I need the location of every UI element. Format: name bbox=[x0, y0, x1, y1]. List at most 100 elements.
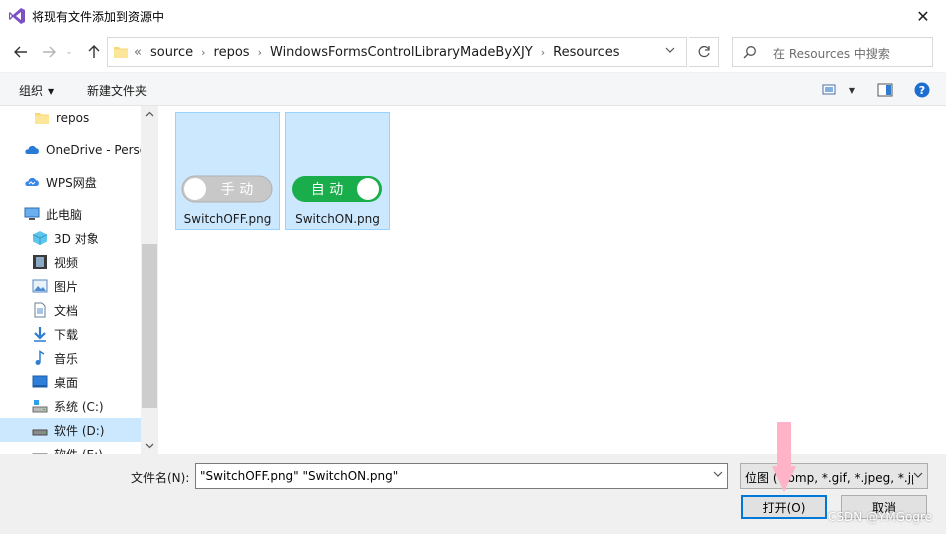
chevron-right-icon[interactable]: › bbox=[201, 46, 205, 59]
desktop-icon bbox=[32, 375, 48, 388]
file-name: SwitchON.png bbox=[295, 212, 380, 226]
chevron-right-icon[interactable]: › bbox=[258, 46, 262, 59]
large-icons-view-icon bbox=[822, 84, 836, 95]
nav-item-wps-cloud[interactable]: WPS网盘 bbox=[0, 170, 142, 194]
chevron-down-icon bbox=[913, 472, 923, 478]
chevron-down-icon: ⌄ bbox=[65, 47, 73, 57]
refresh-button[interactable] bbox=[689, 37, 719, 67]
drive-c-icon bbox=[32, 400, 48, 413]
nav-item-desktop[interactable]: 桌面 bbox=[0, 370, 142, 394]
file-type-dropdown-button[interactable] bbox=[913, 470, 923, 483]
switch-off-thumb-text: 手 动 bbox=[221, 182, 253, 198]
preview-pane-icon bbox=[877, 83, 893, 97]
address-bar[interactable]: « source › repos › WindowsFormsControlLi… bbox=[107, 37, 687, 67]
wps-cloud-icon bbox=[25, 177, 39, 186]
file-list: 手 动 SwitchOFF.png 自 动 SwitchON.png bbox=[158, 106, 946, 454]
open-button[interactable]: 打开(O) bbox=[741, 495, 827, 519]
visual-studio-icon bbox=[9, 8, 25, 24]
search-icon bbox=[743, 46, 756, 59]
dialog-footer: 文件名(N): "SwitchOFF.png" "SwitchON.png" 位… bbox=[0, 454, 946, 534]
chevron-down-icon bbox=[665, 47, 675, 53]
nav-item-onedrive[interactable]: OneDrive - Personal bbox=[0, 138, 142, 162]
arrow-up-icon bbox=[88, 45, 100, 58]
download-icon bbox=[34, 327, 46, 342]
search-placeholder: 在 Resources 中搜索 bbox=[773, 47, 890, 61]
filename-label: 文件名(N): bbox=[131, 471, 190, 485]
nav-item-repos[interactable]: repos bbox=[0, 106, 142, 130]
video-icon bbox=[33, 255, 47, 269]
close-button[interactable]: ✕ bbox=[900, 0, 946, 32]
svg-text:?: ? bbox=[919, 84, 925, 97]
nav-item-pictures[interactable]: 图片 bbox=[0, 274, 142, 298]
documents-icon bbox=[34, 302, 46, 318]
nav-item-this-pc[interactable]: 此电脑 bbox=[0, 202, 142, 226]
drive-d-icon bbox=[32, 429, 48, 436]
nav-item-downloads[interactable]: 下载 bbox=[0, 322, 142, 346]
scroll-up-arrow[interactable] bbox=[141, 106, 158, 123]
nav-item-3d-objects[interactable]: 3D 对象 bbox=[0, 226, 142, 250]
switch-off-thumbnail: 手 动 bbox=[181, 175, 273, 203]
up-button[interactable] bbox=[83, 41, 105, 63]
navigation-scrollbar[interactable] bbox=[141, 106, 158, 454]
back-button[interactable] bbox=[10, 41, 32, 63]
nav-item-videos[interactable]: 视频 bbox=[0, 250, 142, 274]
organize-label: 组织 bbox=[19, 84, 44, 98]
view-mode-button[interactable] bbox=[822, 81, 838, 99]
breadcrumb-item-project[interactable]: WindowsFormsControlLibraryMadeByXJY bbox=[270, 45, 533, 60]
file-name: SwitchOFF.png bbox=[183, 212, 272, 226]
filename-dropdown-button[interactable] bbox=[713, 469, 723, 482]
title-bar: 将现有文件添加到资源中 ✕ bbox=[0, 0, 946, 32]
search-box[interactable]: 在 Resources 中搜索 bbox=[732, 37, 933, 67]
nav-item-drive-d[interactable]: 软件 (D:) bbox=[0, 418, 142, 442]
breadcrumb: « source › repos › WindowsFormsControlLi… bbox=[134, 38, 620, 66]
arrow-right-icon bbox=[43, 46, 56, 58]
file-item-switchon[interactable]: 自 动 SwitchON.png bbox=[285, 112, 390, 230]
breadcrumb-item-repos[interactable]: repos bbox=[214, 45, 250, 60]
caret-down-icon: ▼ bbox=[848, 85, 856, 95]
scroll-down-arrow[interactable] bbox=[141, 437, 158, 454]
view-options-dropdown[interactable]: ▼ bbox=[846, 81, 858, 99]
chevron-right-icon[interactable]: › bbox=[541, 46, 545, 59]
folder-icon bbox=[114, 47, 128, 58]
filename-input[interactable]: "SwitchOFF.png" "SwitchON.png" bbox=[195, 463, 728, 489]
pictures-icon bbox=[32, 279, 48, 293]
close-icon: ✕ bbox=[916, 6, 930, 26]
breadcrumb-overflow[interactable]: « bbox=[134, 45, 142, 60]
breadcrumb-item-source[interactable]: source bbox=[150, 45, 193, 60]
nav-item-music[interactable]: 音乐 bbox=[0, 346, 142, 370]
scrollbar-thumb[interactable] bbox=[142, 244, 157, 408]
help-button[interactable]: ? bbox=[913, 81, 931, 99]
address-row: ⌄ « source › repos › WindowsFormsControl… bbox=[0, 32, 946, 72]
address-dropdown-button[interactable] bbox=[663, 45, 677, 59]
3d-objects-icon bbox=[32, 231, 48, 245]
file-type-filter-select[interactable]: 位图 (*.bmp, *.gif, *.jpeg, *.jp bbox=[740, 463, 928, 489]
switch-on-thumbnail: 自 动 bbox=[292, 176, 382, 202]
switch-on-thumb-text: 自 动 bbox=[311, 182, 343, 198]
watermark: CSDN @YMGogre bbox=[827, 510, 932, 524]
recent-locations-button[interactable]: ⌄ bbox=[62, 41, 76, 63]
onedrive-icon bbox=[25, 145, 39, 154]
chevron-down-icon bbox=[145, 443, 154, 449]
chevron-down-icon bbox=[713, 471, 723, 477]
annotation-arrow-icon bbox=[772, 422, 796, 492]
command-bar: 组织 ▼ 新建文件夹 ▼ ? bbox=[0, 72, 946, 106]
file-item-switchoff[interactable]: 手 动 SwitchOFF.png bbox=[175, 112, 280, 230]
drive-e-icon bbox=[32, 453, 48, 454]
breadcrumb-item-resources[interactable]: Resources bbox=[553, 45, 619, 60]
forward-button[interactable] bbox=[38, 41, 60, 63]
nav-item-documents[interactable]: 文档 bbox=[0, 298, 142, 322]
new-folder-button[interactable]: 新建文件夹 bbox=[87, 82, 147, 99]
filename-value: "SwitchOFF.png" "SwitchON.png" bbox=[200, 469, 399, 483]
nav-item-drive-c[interactable]: 系统 (C:) bbox=[0, 394, 142, 418]
arrow-left-icon bbox=[14, 46, 27, 58]
organize-menu[interactable]: 组织 ▼ bbox=[19, 82, 54, 99]
music-icon bbox=[35, 350, 45, 365]
computer-icon bbox=[24, 207, 40, 220]
help-icon: ? bbox=[914, 82, 930, 98]
nav-item-drive-e[interactable]: 软件 (E:) bbox=[0, 442, 142, 454]
folder-icon bbox=[35, 113, 49, 124]
window-title: 将现有文件添加到资源中 bbox=[32, 10, 165, 24]
navigation-pane: repos OneDrive - Personal WPS网盘 此电脑 3D 对… bbox=[0, 106, 158, 454]
chevron-up-icon bbox=[145, 111, 154, 117]
preview-pane-button[interactable] bbox=[876, 81, 894, 99]
